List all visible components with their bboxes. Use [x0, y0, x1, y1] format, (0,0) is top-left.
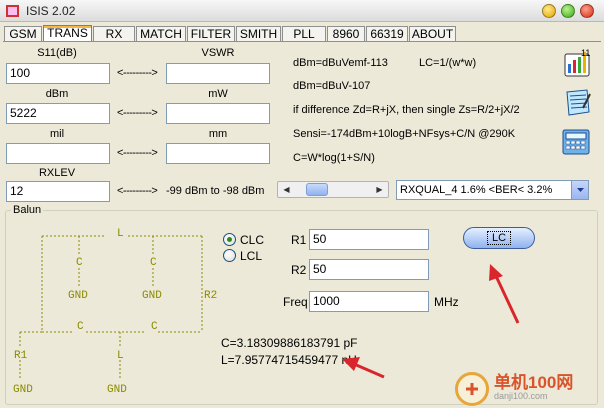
- watermark-text: 单机100网: [494, 373, 574, 392]
- watermark-logo-icon: [455, 372, 489, 406]
- annotation-arrows: [342, 264, 520, 379]
- watermark-url: danji100.com: [494, 391, 548, 401]
